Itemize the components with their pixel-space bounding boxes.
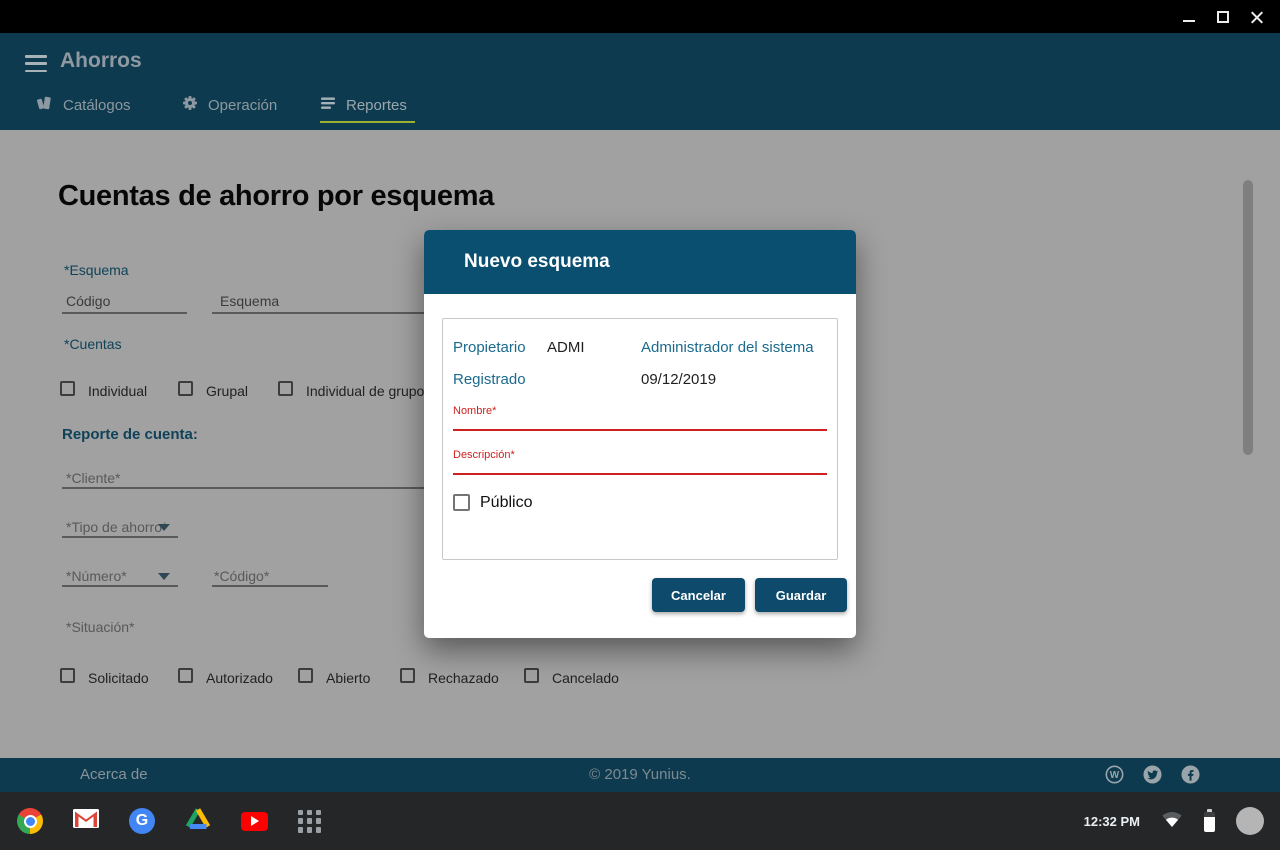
- footer: Acerca de © 2019 Yunius. W: [0, 758, 1280, 792]
- window-controls: [1182, 0, 1264, 33]
- gmail-icon[interactable]: [73, 809, 99, 833]
- registrado-value: 09/12/2019: [641, 371, 716, 388]
- modal-nuevo-esquema: Nuevo esquema Propietario ADMI Administr…: [424, 230, 856, 638]
- descripcion-input-underline: [453, 473, 827, 475]
- nav-item-operacion[interactable]: Operación: [182, 95, 277, 115]
- propietario-label: Propietario: [453, 339, 526, 356]
- cancel-button[interactable]: Cancelar: [652, 578, 745, 612]
- nombre-input[interactable]: [453, 417, 827, 429]
- descripcion-field-label: Descripción*: [453, 449, 515, 461]
- clock[interactable]: 12:32 PM: [1084, 814, 1140, 829]
- nav-label: Reportes: [346, 97, 407, 114]
- drive-icon[interactable]: [185, 807, 211, 835]
- modal-header: Nuevo esquema: [424, 230, 856, 294]
- catalog-icon: [37, 95, 53, 115]
- nombre-input-underline: [453, 429, 827, 431]
- wordpress-icon[interactable]: W: [1105, 765, 1124, 784]
- maximize-icon[interactable]: [1216, 10, 1230, 24]
- save-button[interactable]: Guardar: [755, 578, 847, 612]
- active-tab-underline: [320, 121, 415, 123]
- svg-text:W: W: [1110, 770, 1120, 781]
- app-title: Ahorros: [60, 49, 142, 73]
- report-list-icon: [320, 95, 336, 115]
- chrome-icon[interactable]: [17, 808, 43, 834]
- registrado-label: Registrado: [453, 371, 526, 388]
- youtube-icon[interactable]: [241, 812, 268, 831]
- app-header: Ahorros Catálogos: [0, 33, 1280, 130]
- close-icon[interactable]: [1250, 10, 1264, 24]
- battery-icon[interactable]: [1204, 812, 1215, 832]
- propietario-code: ADMI: [547, 339, 585, 356]
- taskbar-apps: G: [17, 792, 321, 850]
- checkbox-publico[interactable]: [453, 494, 470, 511]
- window-titlebar: [0, 0, 1280, 33]
- screen: Ahorros Catálogos: [0, 0, 1280, 850]
- avatar[interactable]: [1236, 807, 1264, 835]
- nav-item-catalogos[interactable]: Catálogos: [37, 95, 131, 115]
- wifi-icon[interactable]: [1161, 810, 1183, 833]
- propietario-name: Administrador del sistema: [641, 339, 814, 356]
- page-content: Cuentas de ahorro por esquema *Esquema C…: [0, 130, 1280, 758]
- google-icon[interactable]: G: [129, 808, 155, 834]
- nav-label: Catálogos: [63, 97, 131, 114]
- nav-label: Operación: [208, 97, 277, 114]
- hamburger-icon[interactable]: [25, 55, 47, 72]
- nombre-field-label: Nombre*: [453, 405, 496, 417]
- apps-grid-icon[interactable]: [298, 810, 321, 833]
- minimize-icon[interactable]: [1182, 10, 1196, 24]
- descripcion-input[interactable]: [453, 461, 827, 473]
- copyright-text: © 2019 Yunius.: [0, 766, 1280, 783]
- modal-card: Propietario ADMI Administrador del siste…: [442, 318, 838, 560]
- gear-icon: [182, 95, 198, 115]
- nav-item-reportes[interactable]: Reportes: [320, 95, 407, 115]
- footer-social-icons: W: [1105, 765, 1200, 784]
- modal-title: Nuevo esquema: [424, 230, 856, 294]
- publico-label: Público: [480, 494, 532, 512]
- taskbar-status-area: 12:32 PM: [1084, 792, 1264, 850]
- taskbar: G 12:32 PM: [0, 792, 1280, 850]
- twitter-icon[interactable]: [1143, 765, 1162, 784]
- facebook-icon[interactable]: [1181, 765, 1200, 784]
